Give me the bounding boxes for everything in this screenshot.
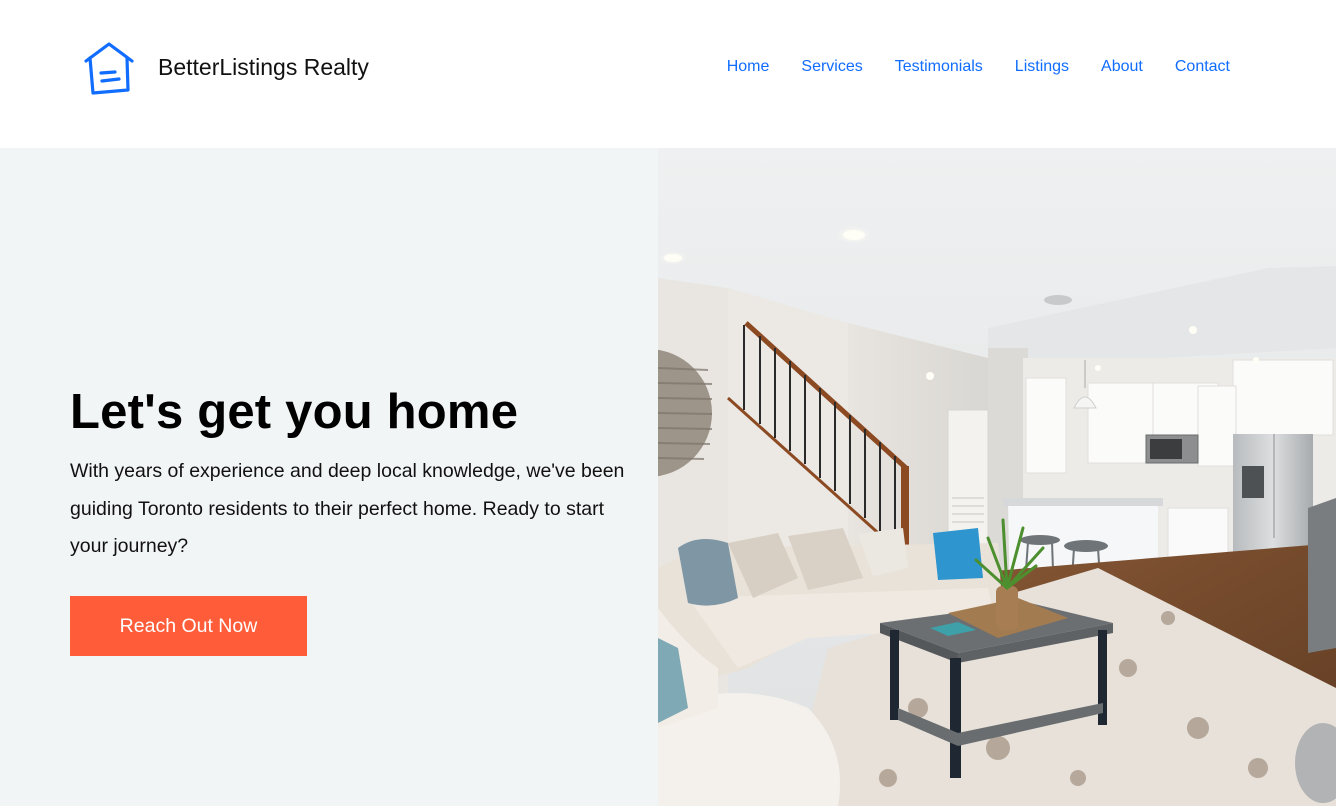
nav-home[interactable]: Home [727, 58, 770, 76]
nav-testimonials[interactable]: Testimonials [895, 58, 983, 76]
hero-description: With years of experience and deep local … [70, 460, 625, 557]
hero-text-panel: Let's get you home With years of experie… [0, 148, 658, 806]
house-logo-icon[interactable] [82, 40, 136, 96]
reach-out-button[interactable]: Reach Out Now [70, 596, 307, 656]
hero-section: Let's get you home With years of experie… [0, 148, 1336, 806]
nav-services[interactable]: Services [801, 58, 862, 76]
pillow [678, 539, 738, 606]
nav-listings[interactable]: Listings [1015, 58, 1069, 76]
hero-title: Let's get you home [70, 385, 519, 439]
nav-contact[interactable]: Contact [1175, 58, 1230, 76]
plant-pot [996, 586, 1018, 630]
blue-pillow [933, 528, 983, 580]
nav-about[interactable]: About [1101, 58, 1143, 76]
site-header: BetterListings Realty Home Services Test… [0, 0, 1336, 148]
main-nav: Home Services Testimonials Listings Abou… [727, 58, 1230, 76]
brand-name[interactable]: BetterListings Realty [158, 54, 369, 81]
living-room-photo [658, 148, 1336, 806]
